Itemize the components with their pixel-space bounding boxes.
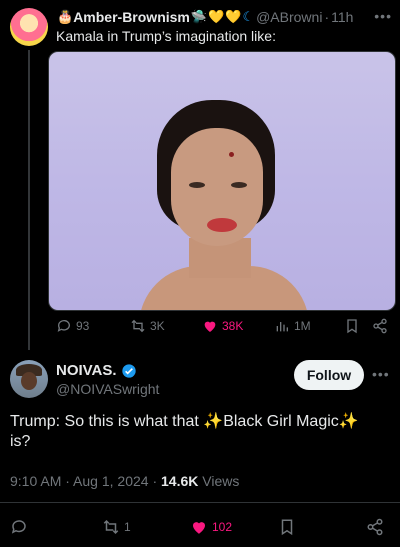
tweet-text: Trump: So this is what that ✨Black Girl …	[10, 412, 390, 452]
tweet-actions: 1 102	[10, 518, 390, 538]
views-button[interactable]: 1M	[274, 318, 311, 334]
woman-eye	[189, 182, 205, 188]
share-icon	[367, 518, 383, 536]
reply-icon	[11, 520, 26, 534]
analytics-icon	[276, 322, 288, 332]
display-name[interactable]: Amber-Brownism	[73, 9, 190, 25]
repost-icon	[103, 519, 119, 535]
repost-button[interactable]: 3K	[130, 318, 165, 334]
tweet-text-part: Black Girl Magic	[223, 413, 339, 430]
separator-dot: ·	[324, 9, 330, 25]
views-label: Views	[202, 473, 240, 489]
timestamp[interactable]: 11h	[331, 9, 353, 25]
cake-emoji-icon: 🎂	[57, 9, 74, 24]
repost-count: 3K	[150, 319, 165, 333]
like-count: 38K	[222, 319, 244, 333]
sparkles-icon: ✨	[203, 413, 224, 430]
blue-moon-icon: ☾	[242, 9, 255, 24]
bookmark-button[interactable]	[344, 318, 360, 334]
tweet-text: Kamala in Trump’s imagination like:	[56, 28, 276, 44]
sparkles-icon: ✨	[338, 413, 359, 430]
repost-button[interactable]: 1	[102, 518, 131, 536]
more-options-icon[interactable]: •••	[374, 8, 392, 24]
repost-icon	[131, 319, 145, 333]
divider	[0, 502, 400, 503]
share-button[interactable]	[366, 518, 384, 536]
views-count: 14.6K	[161, 473, 199, 489]
post-time[interactable]: 9:10 AM	[10, 473, 61, 489]
bookmark-icon	[347, 319, 357, 334]
reply-icon	[57, 320, 70, 332]
handle[interactable]: @NOIVASwright	[56, 381, 159, 397]
woman-lips	[207, 218, 237, 232]
tweet-text-part: Trump: So this is what that	[10, 413, 204, 430]
handle[interactable]: @ABrowni	[256, 9, 322, 25]
post-date[interactable]: Aug 1, 2024	[73, 473, 149, 489]
tweet-header: 🎂 Amber-Brownism 🛸 💛 💛 ☾ @ABrowni · 11h …	[56, 8, 392, 26]
repost-count: 1	[124, 520, 131, 534]
flying-saucer-emoji-icon: 🛸	[190, 9, 208, 24]
woman-eye	[231, 182, 247, 188]
separator-dot: ·	[152, 473, 162, 489]
like-button[interactable]: 102	[190, 518, 232, 536]
avatar-head	[21, 372, 37, 390]
reply-button[interactable]: 93	[56, 318, 89, 334]
media-image[interactable]	[48, 51, 396, 311]
avatar[interactable]	[10, 8, 48, 46]
yellow-heart-icon: 💛	[208, 9, 225, 24]
heart-icon	[193, 522, 205, 534]
display-name[interactable]: NOIVAS.	[56, 362, 117, 379]
share-button[interactable]	[372, 318, 388, 334]
thread-line	[28, 50, 30, 350]
reply-count: 93	[76, 319, 90, 333]
like-button[interactable]: 38K	[202, 318, 243, 334]
separator-dot: ·	[65, 473, 74, 489]
heart-icon	[204, 321, 216, 332]
views-count: 1M	[294, 319, 311, 333]
verified-badge-icon	[121, 363, 136, 378]
tweet-actions: 93 3K 38K 1M	[56, 318, 396, 338]
tweet-text-part: is?	[10, 433, 31, 450]
follow-button[interactable]: Follow	[294, 360, 364, 390]
reply-button[interactable]	[10, 518, 28, 536]
share-icon	[373, 318, 387, 334]
like-count: 102	[212, 520, 233, 534]
yellow-heart-icon: 💛	[225, 9, 242, 24]
more-options-icon[interactable]: •••	[372, 366, 390, 382]
bookmark-button[interactable]	[278, 518, 296, 536]
avatar[interactable]	[10, 360, 48, 398]
display-name-row: NOIVAS.	[56, 362, 137, 379]
bookmark-icon	[281, 519, 293, 536]
tweet-metadata: 9:10 AM · Aug 1, 2024 · 14.6K Views	[10, 473, 239, 489]
bindi	[229, 152, 234, 157]
